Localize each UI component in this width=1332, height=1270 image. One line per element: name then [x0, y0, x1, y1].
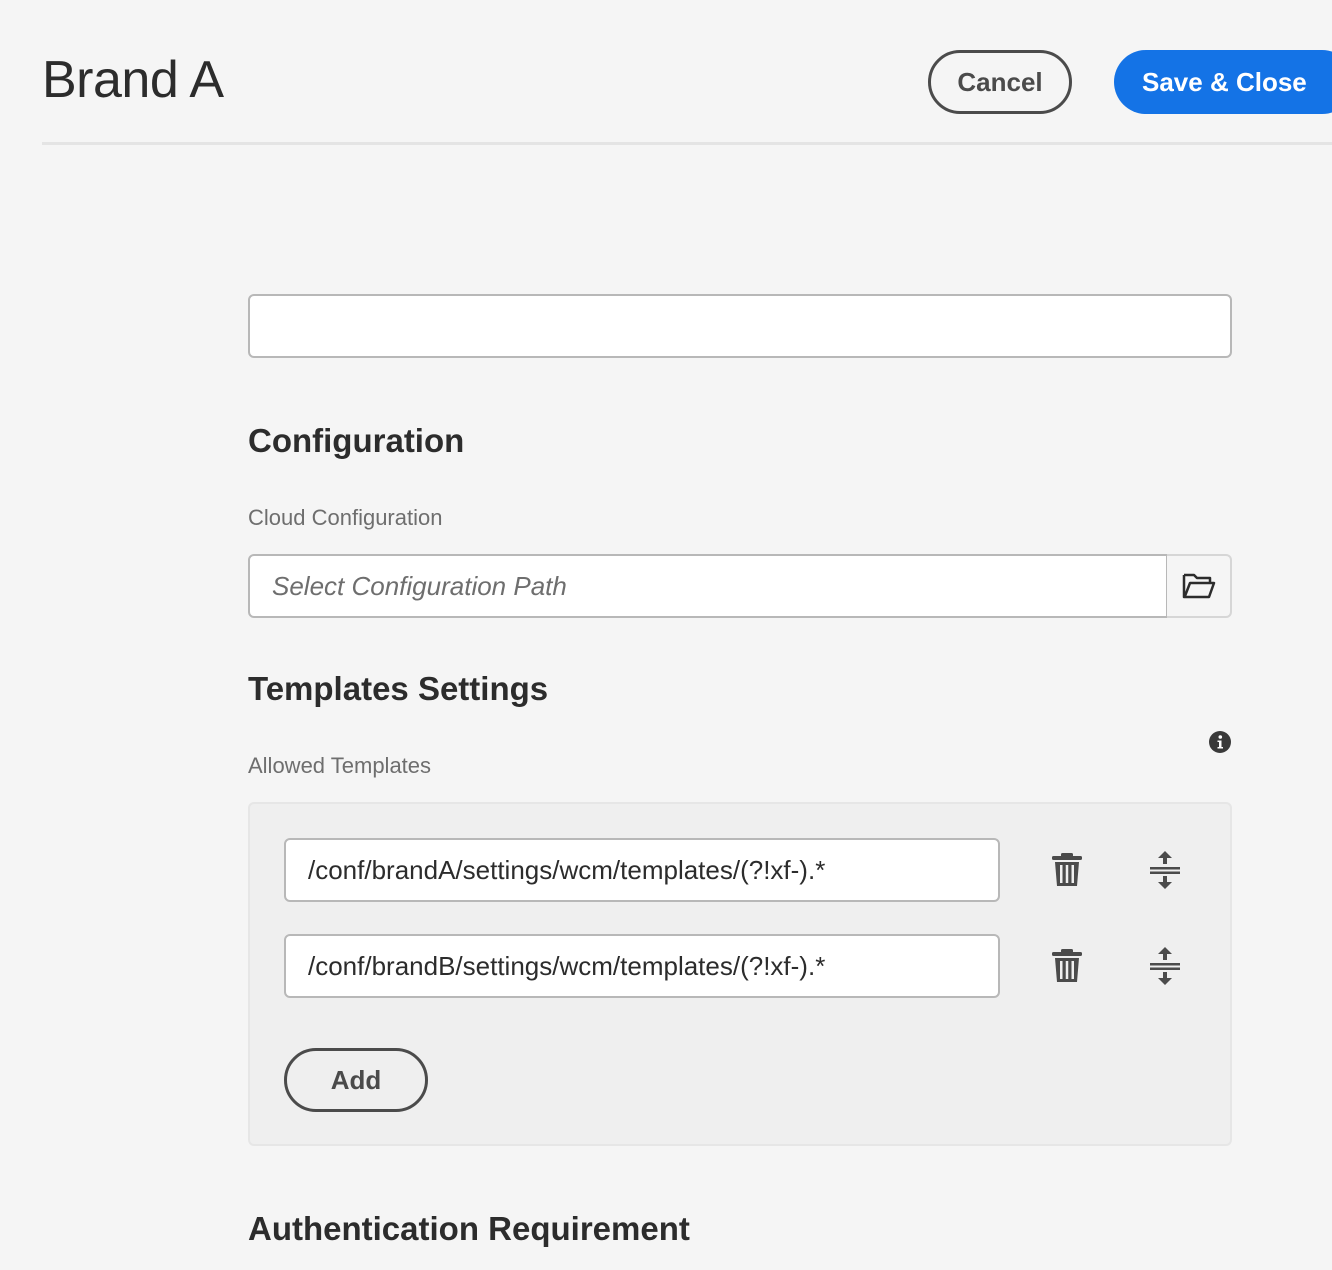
- cloud-configuration-path-input[interactable]: [248, 554, 1168, 618]
- header: Brand A Cancel Save & Close: [0, 0, 1332, 145]
- configuration-heading: Configuration: [248, 422, 465, 459]
- browse-configuration-button[interactable]: [1167, 554, 1232, 618]
- template-row: [284, 934, 1204, 998]
- template-path-input[interactable]: [284, 838, 1000, 902]
- header-divider: [42, 142, 1332, 145]
- drag-reorder-icon[interactable]: [1148, 946, 1182, 986]
- page-title: Brand A: [42, 51, 224, 109]
- template-path-input[interactable]: [284, 934, 1000, 998]
- authentication-requirement-heading: Authentication Requirement: [248, 1210, 690, 1247]
- cloud-configuration-label: Cloud Configuration: [248, 505, 443, 530]
- add-template-button[interactable]: Add: [284, 1048, 428, 1112]
- template-row: [284, 838, 1204, 902]
- info-icon[interactable]: [1209, 731, 1231, 753]
- templates-settings-heading: Templates Settings: [248, 670, 549, 707]
- cancel-button[interactable]: Cancel: [928, 50, 1072, 114]
- allowed-templates-multifield: Add: [248, 802, 1232, 1146]
- allowed-templates-label: Allowed Templates: [248, 753, 432, 778]
- trash-icon[interactable]: [1050, 948, 1084, 984]
- page: Brand A Cancel Save & Close Configuratio…: [0, 0, 1332, 1270]
- trash-icon[interactable]: [1050, 852, 1084, 888]
- save-and-close-button[interactable]: Save & Close: [1114, 50, 1332, 114]
- drag-reorder-icon[interactable]: [1148, 850, 1182, 890]
- title-input[interactable]: [248, 294, 1232, 358]
- folder-open-icon: [1182, 573, 1215, 599]
